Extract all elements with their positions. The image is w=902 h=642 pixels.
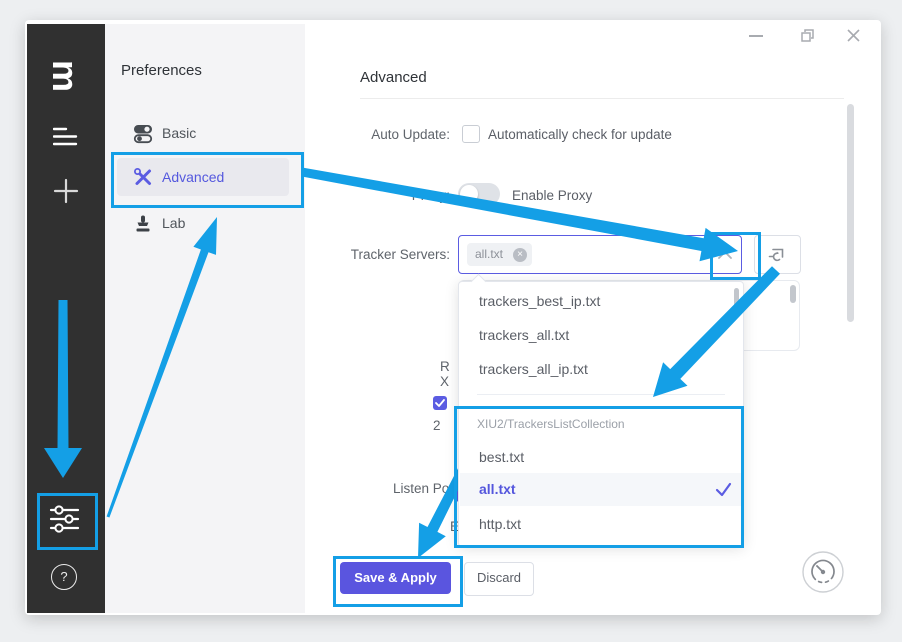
annotation-box-tracker-group [454, 406, 744, 548]
preferences-panel [105, 24, 305, 613]
tracker-servers-label: Tracker Servers: [330, 247, 450, 262]
listen-ports-label: Listen Ports: [340, 481, 468, 496]
toggle-knob [460, 185, 478, 203]
lab-stamp-icon [133, 214, 153, 234]
sync-tracker-button[interactable] [754, 235, 801, 274]
obscured-checked-checkbox[interactable] [433, 396, 447, 410]
motrix-logo: m [49, 58, 85, 94]
annotation-box-chevron-button [710, 232, 761, 280]
auto-update-label: Auto Update: [330, 127, 450, 142]
dropdown-item[interactable]: trackers_all.txt [479, 327, 569, 343]
add-task-icon[interactable] [52, 177, 80, 205]
tracker-servers-select[interactable]: all.txt × [458, 235, 742, 274]
selected-tracker-tag: all.txt × [467, 243, 532, 266]
auto-update-option-label[interactable]: Automatically check for update [488, 127, 672, 142]
speed-limit-icon[interactable] [800, 549, 846, 595]
close-icon[interactable] [846, 28, 861, 43]
dropdown-item[interactable]: trackers_all_ip.txt [479, 361, 588, 377]
sidebar-item-label: Basic [162, 125, 196, 141]
task-list-icon[interactable] [53, 126, 79, 148]
discard-button[interactable]: Discard [464, 562, 534, 596]
sync-tracker-icon [768, 246, 788, 264]
proxy-toggle[interactable] [458, 183, 500, 205]
obscured-text-fragment: X [440, 374, 449, 389]
page-title: Advanced [360, 69, 427, 86]
minimize-icon[interactable] [749, 35, 763, 37]
proxy-label: Proxy: [330, 188, 450, 203]
auto-update-checkbox[interactable] [462, 125, 480, 143]
motrix-logo-glyph: m [47, 60, 83, 92]
check-icon [433, 396, 447, 410]
annotation-box-advanced-item [111, 152, 304, 208]
annotation-box-save-button [333, 556, 463, 607]
panel-title: Preferences [121, 62, 202, 79]
obscured-text-fragment: 2 [433, 418, 441, 433]
main-scrollbar-thumb[interactable] [847, 104, 854, 322]
dropdown-scrollbar-thumb[interactable] [734, 288, 739, 318]
screenshot-canvas: m ? Preferences Basic [0, 0, 902, 642]
proxy-option-label: Enable Proxy [512, 188, 592, 203]
toggles-icon [133, 124, 153, 144]
sidebar-item-label: Lab [162, 215, 185, 231]
obscured-text-fragment: R [440, 359, 450, 374]
dropdown-divider [477, 394, 725, 395]
help-icon[interactable]: ? [51, 564, 77, 590]
sidebar-item-lab[interactable]: Lab [117, 208, 289, 242]
annotation-box-settings-icon [37, 493, 98, 550]
sidebar-item-basic[interactable]: Basic [117, 118, 289, 152]
textarea-scrollbar-thumb[interactable] [790, 285, 796, 303]
title-divider [360, 98, 844, 99]
tag-label: all.txt [475, 247, 503, 261]
tag-close-icon[interactable]: × [513, 248, 527, 262]
dropdown-item[interactable]: trackers_best_ip.txt [479, 293, 600, 309]
maximize-icon[interactable] [800, 28, 815, 43]
